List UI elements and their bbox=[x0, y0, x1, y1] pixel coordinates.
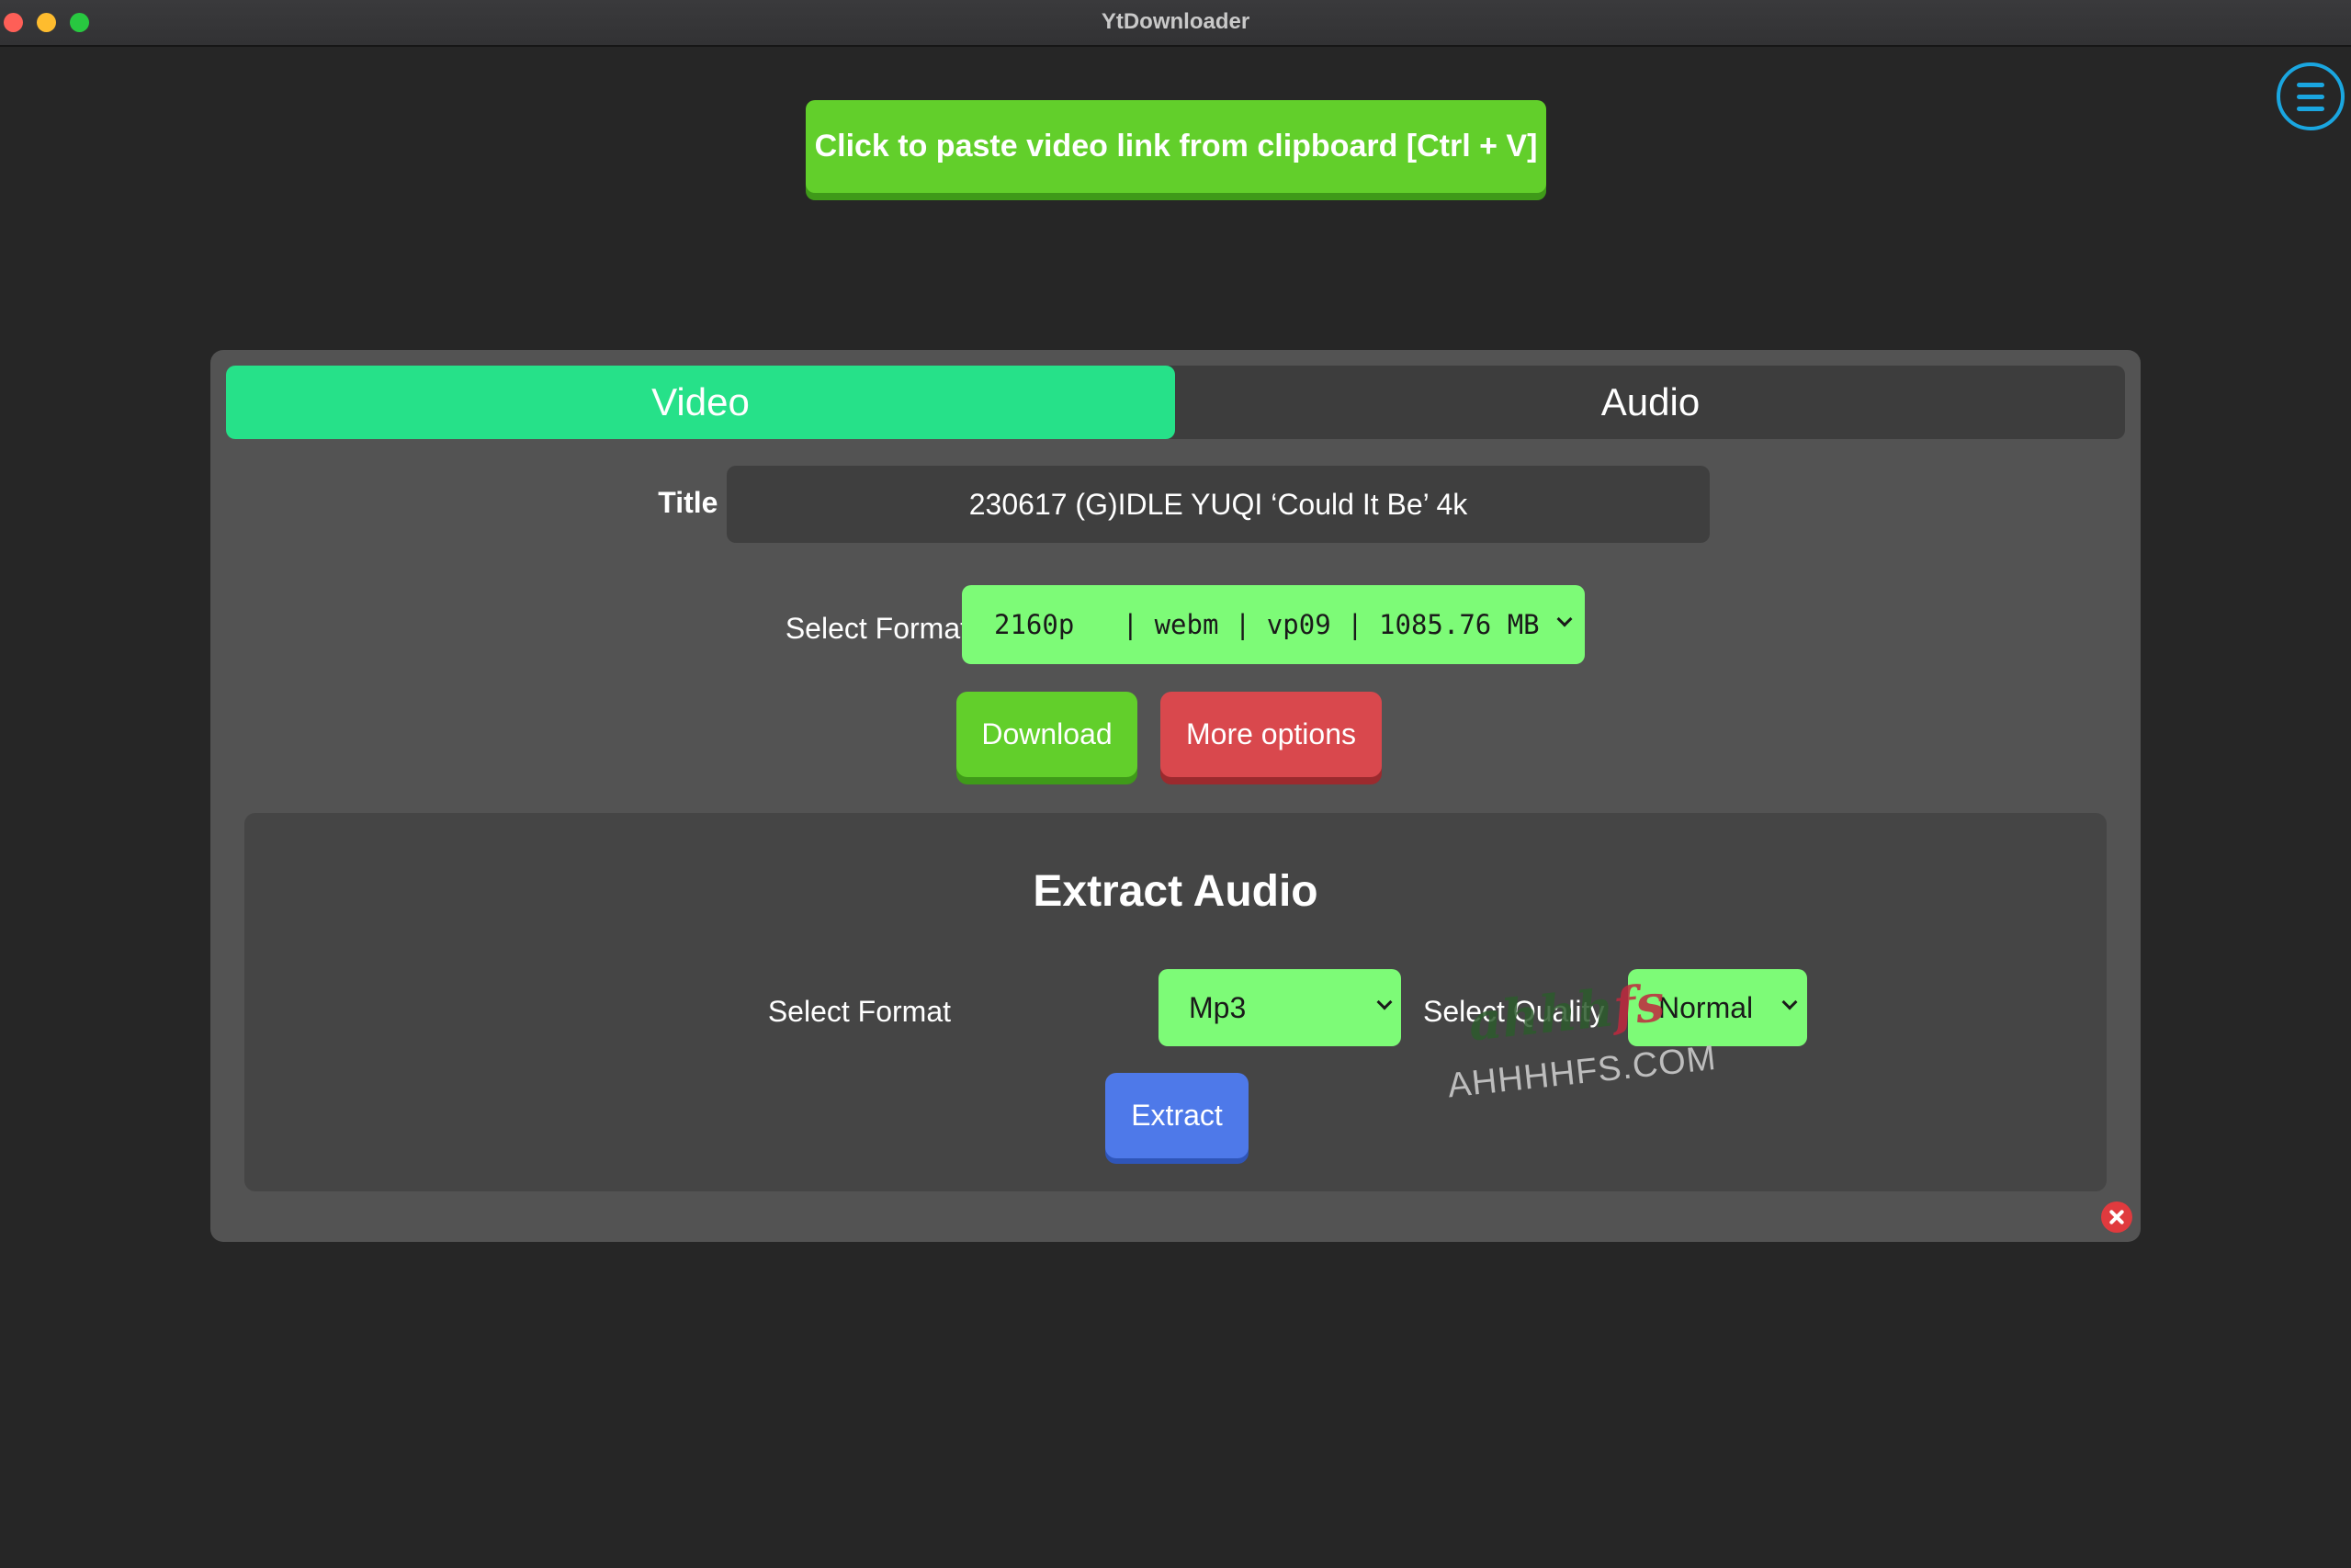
video-format-value: 2160p | webm | vp09 | 1085.76 MB bbox=[994, 609, 1540, 640]
video-format-label: Select Format bbox=[785, 612, 968, 645]
audio-format-value: Mp3 bbox=[1189, 990, 1247, 1024]
audio-format-select[interactable]: Mp3 bbox=[1159, 969, 1401, 1046]
close-icon[interactable] bbox=[2101, 1201, 2132, 1233]
download-button[interactable]: Download bbox=[956, 692, 1137, 777]
hamburger-menu-icon-bar bbox=[2297, 95, 2324, 99]
chevron-down-icon bbox=[1556, 611, 1573, 627]
paste-link-button[interactable]: Click to paste video link from clipboard… bbox=[806, 100, 1546, 193]
audio-quality-select[interactable]: Normal bbox=[1628, 969, 1807, 1046]
hamburger-menu-icon bbox=[2297, 83, 2324, 87]
tab-audio[interactable]: Audio bbox=[1176, 366, 2125, 439]
tab-bar: Video Audio bbox=[226, 366, 2125, 439]
tab-video[interactable]: Video bbox=[226, 366, 1175, 439]
download-panel: Video Audio Title : 230617 (G)IDLE YUQI … bbox=[210, 350, 2141, 1242]
hamburger-menu-button[interactable] bbox=[2277, 62, 2345, 130]
video-title-display: 230617 (G)IDLE YUQI ‘Could It Be’ 4k bbox=[727, 466, 1710, 543]
video-format-select[interactable]: 2160p | webm | vp09 | 1085.76 MB bbox=[962, 585, 1585, 664]
audio-quality-value: Normal bbox=[1658, 990, 1754, 1024]
extract-audio-heading: Extract Audio bbox=[1033, 867, 1318, 916]
hamburger-menu-icon-bar bbox=[2297, 107, 2324, 111]
title-label: Title : bbox=[658, 486, 736, 519]
extract-audio-section: Extract Audio Select Format Mp3 Select Q… bbox=[244, 813, 2107, 1191]
more-options-button[interactable]: More options bbox=[1160, 692, 1382, 777]
audio-format-label: Select Format bbox=[767, 995, 951, 1028]
extract-button[interactable]: Extract bbox=[1105, 1073, 1249, 1158]
window-title: YtDownloader bbox=[1101, 9, 1250, 34]
window-titlebar: YtDownloader bbox=[0, 0, 2351, 47]
chevron-down-icon bbox=[1376, 994, 1393, 1010]
chevron-down-icon bbox=[1781, 994, 1798, 1010]
